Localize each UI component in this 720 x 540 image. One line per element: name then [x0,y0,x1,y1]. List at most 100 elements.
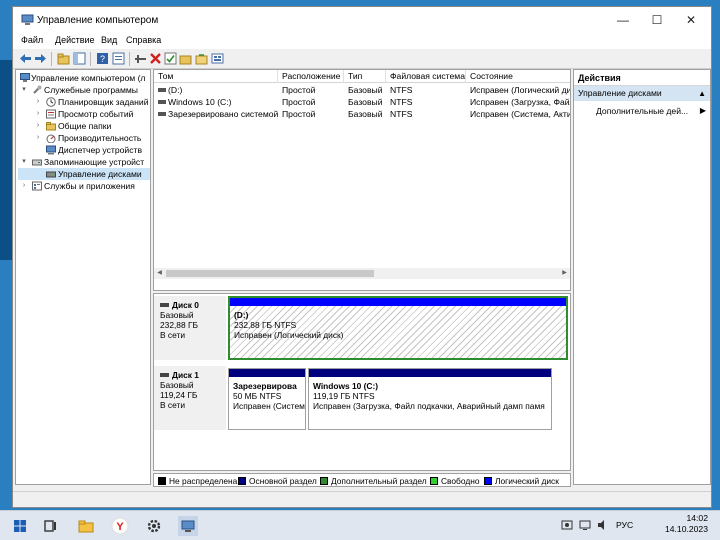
volume-icon[interactable] [596,518,610,532]
tree-item-task-scheduler[interactable]: › Планировщик заданий [18,96,150,108]
tree-item-event-viewer[interactable]: › Просмотр событий [18,108,150,120]
connect-icon[interactable] [134,52,147,65]
collapse-arrow-icon[interactable]: ▾ [20,84,28,96]
windows-start-icon[interactable] [10,516,30,536]
shared-folder-icon [46,122,56,131]
tree-item-disk-management[interactable]: Управление дисками [18,168,150,180]
device-manager-icon [46,145,56,155]
performance-icon [46,134,56,143]
partition-body: Windows 10 (C:) 119,19 ГБ NTFS Исправен … [309,377,551,429]
tree-item-services-apps[interactable]: › Службы и приложения [18,180,150,192]
legend-swatch [238,477,246,485]
table-row[interactable]: Зарезервировано системой Простой Базовый… [154,108,570,120]
disk-0-label[interactable]: Диск 0 Базовый 232,88 ГБ В сети [154,296,226,360]
clock-time: 14:02 [686,513,708,523]
clock-icon [46,97,56,107]
table-cell: NTFS [390,85,413,95]
maximize-button[interactable]: ☐ [643,11,671,29]
column-header-layout[interactable]: Расположение [278,70,344,83]
column-header-type[interactable]: Тип [344,70,386,83]
properties-icon[interactable] [112,52,125,65]
partition-system-reserved[interactable]: Зарезервирова 50 МБ NTFS Исправен (Систе… [228,368,306,430]
table-row[interactable]: (D:) Простой Базовый NTFS Исправен (Логи… [154,84,570,96]
expand-arrow-icon[interactable]: › [34,120,42,132]
expand-arrow-icon[interactable]: › [34,132,42,144]
disk-size: 232,88 ГБ [160,320,198,330]
table-cell: Исправен (Логический ди [470,85,571,95]
event-viewer-icon [46,109,56,119]
partition-status: Исправен (Логический диск) [234,330,344,340]
more-actions-item[interactable]: Дополнительные дей... ▶ [574,104,710,118]
taskbar: Y РУС 14:02 14.10.2023 [0,510,720,540]
back-arrow-icon[interactable] [19,52,32,65]
folder-icon[interactable] [179,52,192,65]
toolbar-separator [90,52,91,66]
tree-item-computer-management[interactable]: Управление компьютером (л [18,72,150,84]
yandex-browser-icon[interactable]: Y [110,516,130,536]
forward-arrow-icon[interactable] [34,52,47,65]
file-explorer-icon[interactable] [76,516,96,536]
partition-status: Исправен (Систем [233,401,305,411]
tree-item-storage[interactable]: ▾ Запоминающие устройст [18,156,150,168]
column-header-status[interactable]: Состояние [466,70,570,83]
expand-arrow-icon[interactable]: › [34,96,42,108]
partition-name: (D:) [234,310,249,320]
tree-item-device-manager[interactable]: Диспетчер устройств [18,144,150,156]
disk-1-label[interactable]: Диск 1 Базовый 119,24 ГБ В сети [154,366,226,430]
task-view-icon[interactable] [40,516,60,536]
minimize-button[interactable]: — [609,11,637,29]
tree-item-system-tools[interactable]: ▾ Служебные программы [18,84,150,96]
collapse-arrow-icon[interactable]: ▾ [20,156,28,168]
title-bar[interactable]: Управление компьютером — ☐ ✕ [13,7,711,33]
menu-help[interactable]: Справка [126,35,161,45]
partition-c[interactable]: Windows 10 (C:) 119,19 ГБ NTFS Исправен … [308,368,552,430]
help-icon[interactable]: ? [96,52,109,65]
collapse-arrow-icon[interactable]: ▲ [698,86,706,101]
delete-icon[interactable] [149,52,162,65]
actions-title: Действия [574,70,710,86]
disk-name: Диск 1 [172,370,199,380]
svg-text:Y: Y [116,521,124,533]
tree-item-label: Служебные программы [44,85,138,95]
check-disk-icon[interactable] [164,52,177,65]
up-folder-icon[interactable] [57,52,70,65]
close-button[interactable]: ✕ [677,11,705,29]
console-tree-icon[interactable] [73,52,86,65]
actions-section-disk-management[interactable]: Управление дисками ▲ [574,86,710,101]
input-language[interactable]: РУС [616,520,633,530]
menu-view[interactable]: Вид [101,35,117,45]
horizontal-scrollbar[interactable]: ◀ ▶ [154,268,570,279]
menu-file[interactable]: Файл [21,35,43,45]
primary-partition-bar [229,369,305,377]
computer-management-taskbar-icon[interactable] [178,516,198,536]
computer-management-icon [20,73,30,82]
tray-app-icon[interactable] [560,518,574,532]
expand-arrow-icon[interactable]: › [20,180,28,192]
tree-item-shared-folders[interactable]: › Общие папки [18,120,150,132]
open-folder-icon[interactable] [195,52,208,65]
legend-swatch [158,477,166,485]
scrollbar-thumb[interactable] [166,270,374,277]
disk-icon [160,303,169,307]
partition-d[interactable]: (D:) 232,88 ГБ NTFS Исправен (Логический… [228,296,568,360]
scroll-right-arrow-icon[interactable]: ▶ [560,269,569,278]
disk-status: В сети [160,400,185,410]
table-cell: Зарезервировано системой [168,109,278,119]
table-cell: NTFS [390,109,413,119]
table-row[interactable]: Windows 10 (C:) Простой Базовый NTFS Исп… [154,96,570,108]
expand-arrow-icon[interactable]: › [34,108,42,120]
view-list-icon[interactable] [211,52,224,65]
disk-graph-view: Диск 0 Базовый 232,88 ГБ В сети (D:) 232… [153,293,571,471]
legend-swatch [430,477,438,485]
column-header-file-system[interactable]: Файловая система [386,70,466,83]
table-cell: Простой [282,97,316,107]
network-icon[interactable] [578,518,592,532]
scroll-left-arrow-icon[interactable]: ◀ [155,269,164,278]
tree-item-performance[interactable]: › Производительность [18,132,150,144]
settings-gear-icon[interactable] [144,516,164,536]
computer-management-window: Управление компьютером — ☐ ✕ Файл Действ… [12,6,712,508]
menu-action[interactable]: Действие [55,35,95,45]
clock[interactable]: 14:02 14.10.2023 [652,513,708,535]
table-cell: (D:) [168,85,183,95]
column-header-volume[interactable]: Том [154,70,278,83]
